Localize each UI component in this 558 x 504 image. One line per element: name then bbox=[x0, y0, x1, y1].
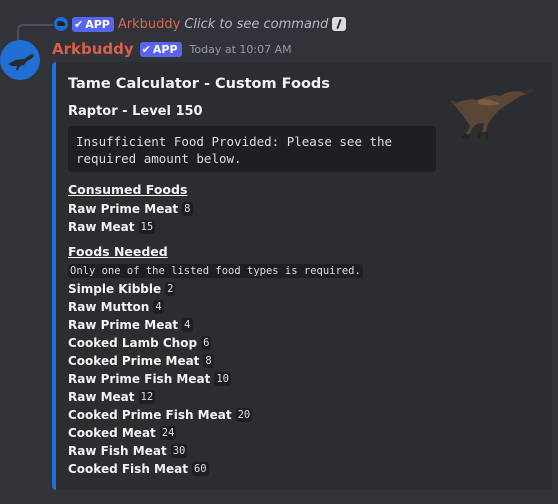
consumed-food-row: Raw Prime Meat 8 bbox=[68, 201, 193, 217]
food-name: Simple Kibble bbox=[68, 282, 162, 296]
food-quantity: 15 bbox=[138, 220, 156, 234]
embed-card: Tame Calculator - Custom Foods Raptor - … bbox=[52, 62, 552, 490]
verified-check-icon: ✔ bbox=[141, 42, 151, 56]
food-name: Raw Prime Meat bbox=[68, 318, 179, 332]
food-name: Cooked Prime Meat bbox=[68, 354, 200, 368]
needed-food-row: Cooked Prime Meat 8 bbox=[68, 353, 214, 369]
message-container: ✔ APP Arkbuddy Click to see command Arkb… bbox=[0, 0, 558, 504]
needed-food-row: Cooked Lamb Chop 6 bbox=[68, 335, 212, 351]
food-quantity: 8 bbox=[182, 202, 193, 216]
needed-food-row: Simple Kibble 2 bbox=[68, 281, 176, 297]
food-name: Raw Meat bbox=[68, 390, 135, 404]
embed-title: Tame Calculator - Custom Foods bbox=[68, 76, 330, 92]
reply-bar[interactable]: ✔ APP Arkbuddy Click to see command bbox=[54, 14, 347, 34]
app-badge: ✔ APP bbox=[139, 41, 182, 57]
verified-check-icon: ✔ bbox=[74, 17, 84, 31]
food-name: Raw Fish Meat bbox=[68, 444, 167, 458]
reply-command-link[interactable]: Click to see command bbox=[184, 17, 328, 32]
foods-needed-heading: Foods Needed bbox=[68, 244, 168, 259]
needed-food-row: Raw Fish Meat 30 bbox=[68, 443, 188, 459]
slash-command-icon bbox=[332, 17, 347, 31]
food-quantity: 2 bbox=[165, 282, 176, 296]
food-quantity: 30 bbox=[170, 444, 188, 458]
food-quantity: 6 bbox=[201, 336, 212, 350]
food-name: Raw Mutton bbox=[68, 300, 150, 314]
reply-avatar-icon[interactable] bbox=[54, 17, 68, 31]
food-name: Cooked Lamb Chop bbox=[68, 336, 198, 350]
food-quantity: 4 bbox=[182, 318, 193, 332]
needed-food-row: Raw Mutton 4 bbox=[68, 299, 164, 315]
foods-needed-note: Only one of the listed food types is req… bbox=[68, 264, 363, 278]
food-quantity: 12 bbox=[138, 390, 156, 404]
food-quantity: 60 bbox=[191, 462, 209, 476]
food-quantity: 10 bbox=[214, 372, 231, 386]
needed-food-row: Raw Prime Fish Meat 10 bbox=[68, 371, 231, 387]
reply-app-badge-label: APP bbox=[85, 17, 110, 31]
reply-connector bbox=[17, 24, 53, 40]
author-avatar[interactable] bbox=[0, 40, 40, 80]
app-badge-label: APP bbox=[152, 42, 178, 56]
needed-food-row: Cooked Meat 24 bbox=[68, 425, 177, 441]
message-timestamp[interactable]: Today at 10:07 AM bbox=[190, 43, 292, 56]
reply-app-badge: ✔ APP bbox=[72, 16, 114, 32]
raptor-avatar-icon bbox=[8, 53, 34, 70]
needed-food-row: Cooked Prime Fish Meat 20 bbox=[68, 407, 253, 423]
food-quantity: 20 bbox=[235, 408, 253, 422]
food-name: Raw Prime Meat bbox=[68, 202, 179, 216]
message-header: Arkbuddy ✔ APP Today at 10:07 AM bbox=[52, 38, 292, 60]
raptor-thumbnail-image[interactable] bbox=[448, 78, 536, 140]
consumed-foods-heading: Consumed Foods bbox=[68, 182, 188, 197]
food-name: Raw Prime Fish Meat bbox=[68, 372, 211, 386]
food-name: Cooked Fish Meat bbox=[68, 462, 188, 476]
food-quantity: 4 bbox=[153, 300, 164, 314]
food-name: Cooked Meat bbox=[68, 426, 156, 440]
needed-food-row: Raw Meat 12 bbox=[68, 389, 156, 405]
embed-subtitle: Raptor - Level 150 bbox=[68, 104, 203, 119]
food-quantity: 8 bbox=[203, 354, 214, 368]
needed-food-row: Cooked Fish Meat 60 bbox=[68, 461, 209, 477]
food-name: Raw Meat bbox=[68, 220, 135, 234]
needed-food-row: Raw Prime Meat 4 bbox=[68, 317, 193, 333]
author-name[interactable]: Arkbuddy bbox=[52, 40, 134, 58]
reply-author-name[interactable]: Arkbuddy bbox=[118, 17, 180, 32]
consumed-food-row: Raw Meat 15 bbox=[68, 219, 156, 235]
food-name: Cooked Prime Fish Meat bbox=[68, 408, 232, 422]
warning-codeblock: Insufficient Food Provided: Please see t… bbox=[68, 126, 436, 172]
food-quantity: 24 bbox=[159, 426, 177, 440]
